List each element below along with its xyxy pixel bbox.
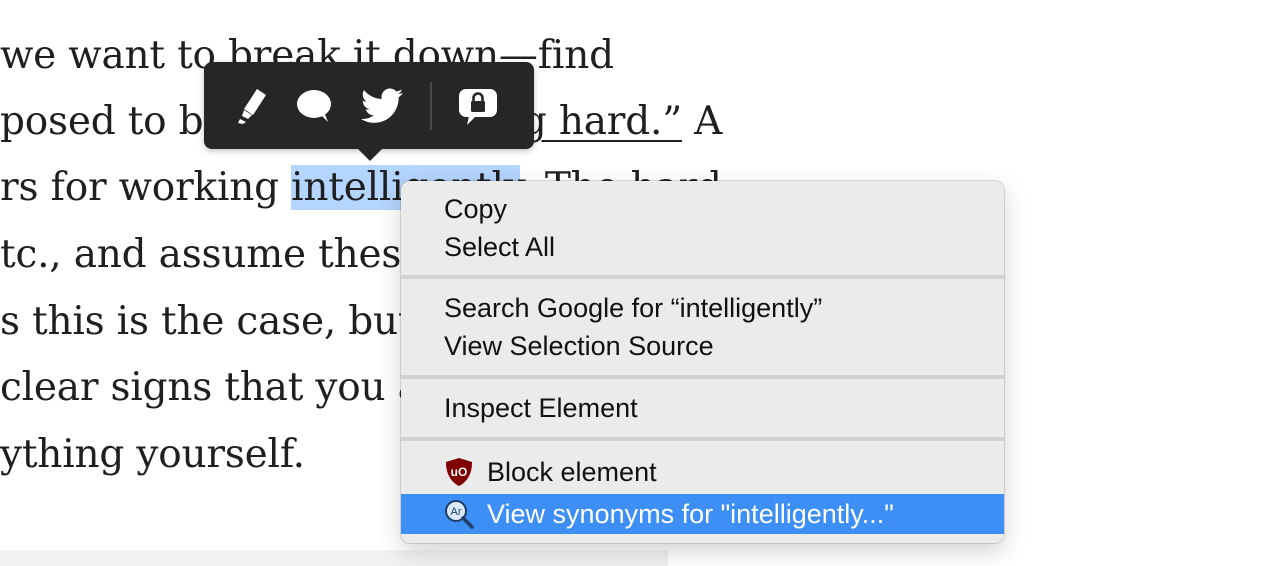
menu-item-label: Copy bbox=[444, 194, 508, 224]
toolbar-pointer bbox=[357, 148, 383, 161]
menu-item-block-element[interactable]: uO Block element bbox=[401, 452, 1004, 492]
menu-item-label: Search Google for “intelligently” bbox=[444, 293, 823, 323]
tweet-button[interactable] bbox=[358, 82, 406, 130]
menu-item-label: View synonyms for "intelligently..." bbox=[487, 499, 894, 529]
twitter-bird-icon bbox=[361, 88, 403, 123]
highlighter-icon bbox=[238, 89, 266, 124]
thesaurus-magnifier-icon: Ar bbox=[445, 500, 474, 529]
menu-separator bbox=[401, 275, 1004, 279]
menu-item-label: View Selection Source bbox=[444, 331, 714, 361]
comment-bubble-icon bbox=[297, 90, 331, 122]
menu-separator bbox=[401, 375, 1004, 379]
menu-item-select-all[interactable]: Select All bbox=[401, 227, 1004, 267]
article-line: clear signs that you are bbox=[0, 365, 462, 410]
menu-item-view-selection-source[interactable]: View Selection Source bbox=[401, 326, 1004, 366]
article-text: posed to br bbox=[0, 99, 222, 144]
toolbar-divider bbox=[430, 82, 432, 130]
menu-item-label: Select All bbox=[444, 232, 556, 262]
respond-button[interactable] bbox=[290, 82, 338, 130]
svg-text:Ar: Ar bbox=[451, 506, 462, 518]
context-menu: Copy Select All Search Google for “intel… bbox=[401, 181, 1004, 543]
article-line: ything yourself. bbox=[0, 432, 305, 477]
quote-block bbox=[0, 550, 668, 566]
menu-item-copy[interactable]: Copy bbox=[401, 189, 1004, 229]
highlight-toolbar bbox=[204, 62, 534, 149]
svg-text:uO: uO bbox=[451, 465, 468, 479]
article-text: rs for working bbox=[0, 165, 292, 210]
article-text: A bbox=[681, 99, 723, 144]
menu-separator bbox=[401, 437, 1004, 441]
article-line: s this is the case, but so bbox=[0, 299, 469, 344]
menu-item-label: Inspect Element bbox=[444, 393, 638, 423]
menu-item-inspect-element[interactable]: Inspect Element bbox=[401, 388, 1004, 428]
private-note-button[interactable] bbox=[454, 82, 502, 130]
menu-item-view-synonyms[interactable]: Ar View synonyms for "intelligently..." bbox=[401, 494, 1004, 534]
highlight-button[interactable] bbox=[228, 82, 276, 130]
ublock-origin-icon: uO bbox=[446, 458, 472, 486]
private-note-lock-icon bbox=[459, 89, 497, 125]
article-text: we want to bbox=[0, 33, 229, 78]
article-link[interactable]: g hard.” bbox=[522, 99, 682, 144]
menu-item-label: Block element bbox=[487, 457, 657, 487]
menu-item-search-google[interactable]: Search Google for “intelligently” bbox=[401, 288, 1004, 328]
